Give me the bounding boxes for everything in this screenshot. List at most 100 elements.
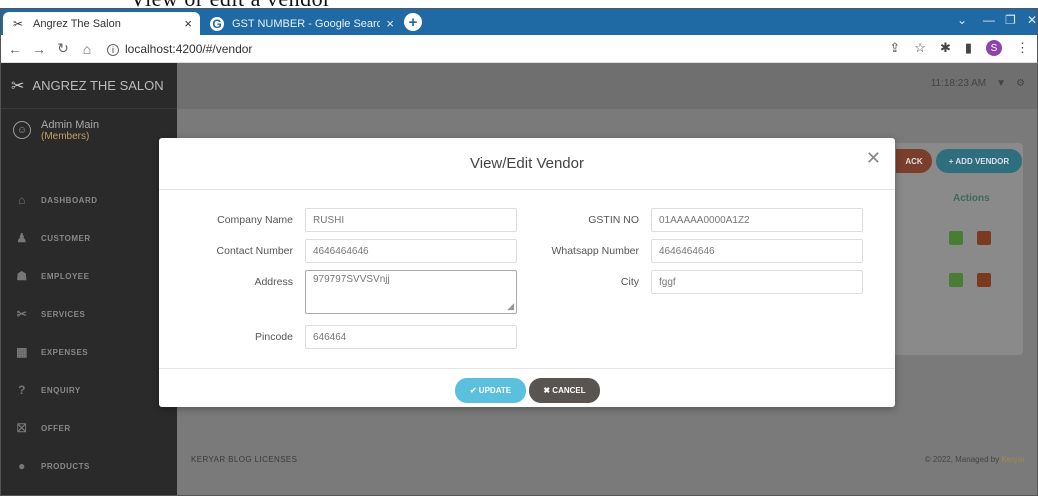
- contact-number-field[interactable]: 4646464646: [305, 239, 517, 263]
- gift-icon: ⛝: [17, 420, 27, 435]
- sidebar-item-customer[interactable]: ♟ CUSTOMER: [1, 219, 177, 257]
- delete-row-button[interactable]: [977, 231, 991, 245]
- forward-arrow-icon[interactable]: →: [29, 41, 49, 57]
- chevron-down-icon[interactable]: ⌄: [957, 13, 967, 27]
- customer-icon: ♟: [16, 231, 28, 245]
- user-info: Admin Main (Members): [41, 119, 99, 143]
- browser-window: ✂ Angrez The Salon × G GST NUMBER - Goog…: [0, 8, 1038, 496]
- tab-gst-search[interactable]: G GST NUMBER - Google Search ×: [202, 12, 402, 35]
- modal-footer-divider: [159, 368, 895, 369]
- share-icon[interactable]: ⇪: [889, 40, 900, 56]
- update-button[interactable]: ✔ UPDATE: [455, 378, 526, 403]
- address-field[interactable]: 979797SVVSVnjj ◢: [305, 270, 517, 314]
- sidebar-item-label: DASHBOARD: [41, 195, 98, 205]
- gear-icon[interactable]: ⚙: [1016, 78, 1025, 89]
- contact-number-label: Contact Number: [216, 245, 293, 257]
- scissors-icon: ✂: [12, 16, 24, 31]
- question-icon: ?: [18, 383, 26, 397]
- sidebar-item-enquiry[interactable]: ? ENQUIRY: [1, 371, 177, 409]
- sidebar-item-services[interactable]: ✂ SERVICES: [1, 295, 177, 333]
- edit-vendor-modal: View/Edit Vendor ✕ Company Name RUSHI GS…: [159, 138, 895, 407]
- sidebar-item-dashboard[interactable]: ⌂ DASHBOARD: [1, 181, 177, 219]
- sidebar-item-label: CUSTOMER: [41, 233, 91, 243]
- profile-avatar[interactable]: S: [986, 40, 1002, 56]
- footer-copyright: © 2022, Managed by Keryar: [925, 455, 1025, 464]
- sidebar-item-label: OFFER: [41, 423, 71, 433]
- user-name: Admin Main: [41, 119, 100, 131]
- sidebar: ✂ ANGREZ THE SALON ☺ Admin Main (Members…: [1, 63, 177, 495]
- header-time: 11:18:23 AM: [930, 78, 987, 89]
- url-text: localhost:4200/#/vendor: [125, 41, 253, 56]
- pincode-field[interactable]: 646464: [305, 325, 517, 349]
- toolbar-icons: ⇪ ☆ ✱ ▮ S ⋮: [889, 40, 1029, 56]
- document-caption: View or edit a vendor: [0, 0, 1038, 11]
- product-icon: ●: [18, 459, 26, 473]
- company-name-label: Company Name: [217, 214, 293, 226]
- sidebar-item-label: EMPLOYEE: [41, 271, 90, 281]
- sidebar-item-label: ENQUIRY: [41, 385, 81, 395]
- scissors-logo-icon: ✂: [11, 77, 25, 95]
- sidebar-item-label: SERVICES: [41, 309, 86, 319]
- user-role: (Members): [41, 131, 90, 142]
- sidebar-item-label: PRODUCTS: [41, 461, 90, 471]
- header-tools: 11:18:23 AM ▼ ⚙: [931, 78, 1025, 89]
- sidepanel-icon[interactable]: ▮: [965, 40, 972, 56]
- sidebar-menu: ⌂ DASHBOARD ♟ CUSTOMER ☗ EMPLOYEE ✂ SERVICES…: [1, 181, 177, 485]
- sidebar-item-expenses[interactable]: ▦ EXPENSES: [1, 333, 177, 371]
- actions-column-header: Actions: [953, 193, 990, 204]
- maximize-icon[interactable]: ❐: [1005, 13, 1016, 27]
- whatsapp-number-field[interactable]: 4646464646: [651, 239, 863, 263]
- cancel-button[interactable]: ✖ CANCEL: [529, 378, 600, 403]
- home-icon[interactable]: ⌂: [77, 41, 97, 57]
- close-icon[interactable]: ✕: [866, 148, 881, 169]
- user-panel: ☺ Admin Main (Members): [1, 119, 177, 169]
- menu-kebab-icon[interactable]: ⋮: [1016, 40, 1029, 56]
- reload-icon[interactable]: ↻: [53, 40, 73, 57]
- address-bar: ← → ↻ ⌂ i localhost:4200/#/vendor ⇪ ☆ ✱ ▮…: [1, 35, 1037, 63]
- dashboard-icon: ⌂: [18, 193, 26, 207]
- star-icon[interactable]: ☆: [914, 40, 926, 56]
- google-icon: G: [210, 16, 224, 31]
- cart-icon[interactable]: ▼: [996, 78, 1006, 89]
- extensions-icon[interactable]: ✱: [940, 40, 951, 56]
- company-name-field[interactable]: RUSHI: [305, 208, 517, 232]
- pincode-label: Pincode: [255, 331, 293, 343]
- modal-title: View/Edit Vendor: [159, 138, 895, 190]
- brand-name: ANGREZ THE SALON: [32, 78, 164, 93]
- city-field[interactable]: fggf: [651, 270, 863, 294]
- add-vendor-button[interactable]: + ADD VENDOR: [936, 149, 1022, 173]
- info-icon[interactable]: i: [107, 43, 119, 56]
- edit-row-button[interactable]: [949, 231, 963, 245]
- tab-title: GST NUMBER - Google Search: [232, 17, 381, 30]
- address-value: 979797SVVSVnjj: [313, 274, 390, 285]
- whatsapp-number-label: Whatsapp Number: [551, 245, 639, 257]
- new-tab-button[interactable]: +: [404, 13, 422, 31]
- back-button[interactable]: ACK: [896, 149, 932, 173]
- copyright-text: © 2022, Managed by: [924, 455, 1000, 464]
- close-tab-icon[interactable]: ×: [386, 16, 394, 31]
- brand: ✂ ANGREZ THE SALON: [1, 63, 177, 109]
- user-avatar-icon: ☺: [13, 121, 31, 139]
- url-field[interactable]: i localhost:4200/#/vendor: [107, 42, 252, 56]
- city-label: City: [620, 276, 639, 288]
- edit-row-button[interactable]: [949, 273, 963, 287]
- sidebar-item-offer[interactable]: ⛝ OFFER: [1, 409, 177, 447]
- footer-links[interactable]: KERYAR BLOG LICENSES: [191, 455, 297, 464]
- footer-brand-link[interactable]: Keryar: [1001, 455, 1025, 464]
- gstin-field[interactable]: 01AAAAA0000A1Z2: [651, 208, 863, 232]
- tab-angrez-salon[interactable]: ✂ Angrez The Salon ×: [3, 12, 200, 35]
- employee-icon: ☗: [16, 269, 28, 283]
- sidebar-item-label: EXPENSES: [41, 347, 89, 357]
- close-window-icon[interactable]: ✕: [1027, 13, 1037, 27]
- app-header: 11:18:23 AM ▼ ⚙: [177, 63, 1037, 109]
- resize-handle-icon[interactable]: ◢: [507, 301, 514, 312]
- sidebar-item-employee[interactable]: ☗ EMPLOYEE: [1, 257, 177, 295]
- delete-row-button[interactable]: [977, 273, 991, 287]
- caption-text: View or edit a vendor: [130, 0, 331, 12]
- close-tab-icon[interactable]: ×: [184, 16, 192, 31]
- back-arrow-icon[interactable]: ←: [5, 41, 25, 57]
- sidebar-item-products[interactable]: ● PRODUCTS: [1, 447, 177, 485]
- app-area: ✂ ANGREZ THE SALON ☺ Admin Main (Members…: [1, 63, 1037, 495]
- minimize-icon[interactable]: —: [983, 13, 995, 27]
- gstin-label: GSTIN NO: [588, 214, 639, 226]
